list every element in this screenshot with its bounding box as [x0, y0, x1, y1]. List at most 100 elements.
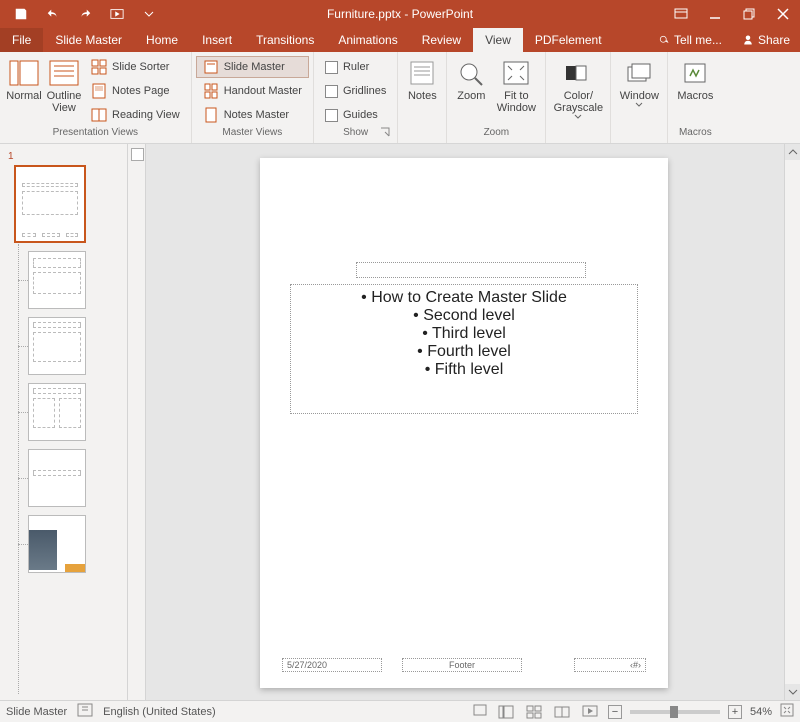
slide-sorter-icon: [91, 59, 107, 75]
notes-master-button[interactable]: Notes Master: [196, 104, 309, 126]
save-icon[interactable]: [8, 3, 34, 25]
handout-master-button[interactable]: Handout Master: [196, 80, 309, 102]
tab-view[interactable]: View: [473, 28, 523, 52]
reading-view-status-icon[interactable]: [552, 704, 572, 720]
spell-check-icon[interactable]: [77, 703, 93, 720]
tab-insert[interactable]: Insert: [190, 28, 244, 52]
start-from-beginning-icon[interactable]: [104, 3, 130, 25]
slide-canvas-area[interactable]: How to Create Master Slide Second level …: [146, 144, 800, 700]
quick-access-toolbar: [0, 3, 162, 25]
redo-icon[interactable]: [72, 3, 98, 25]
show-dialog-launcher[interactable]: [379, 127, 391, 139]
layout-thumbnail[interactable]: [28, 383, 86, 441]
tell-me-search[interactable]: Tell me...: [648, 28, 732, 52]
ruler-checkbox[interactable]: Ruler: [318, 56, 393, 78]
ribbon-display-options-icon[interactable]: [664, 0, 698, 28]
macros-button[interactable]: Macros: [672, 54, 718, 102]
slide-number-placeholder[interactable]: ‹#›: [574, 658, 646, 672]
group-master-views: Slide Master Handout Master Notes Master…: [192, 52, 314, 143]
group-zoom: Zoom Fit to Window Zoom: [447, 52, 546, 143]
tab-animations[interactable]: Animations: [326, 28, 409, 52]
filename: Furniture.pptx: [327, 7, 401, 21]
slideshow-status-icon[interactable]: [580, 704, 600, 720]
slide-sorter-button[interactable]: Slide Sorter: [84, 56, 187, 78]
vertical-scrollbar[interactable]: [784, 144, 800, 700]
tab-home[interactable]: Home: [134, 28, 190, 52]
scroll-up-icon[interactable]: [785, 144, 800, 160]
window-icon: [623, 58, 655, 88]
zoom-slider-thumb[interactable]: [670, 706, 678, 718]
status-bar: Slide Master English (United States) − +…: [0, 700, 800, 722]
status-view-label: Slide Master: [6, 706, 67, 718]
qat-customize-icon[interactable]: [136, 3, 162, 25]
scroll-down-icon[interactable]: [785, 684, 800, 700]
content-placeholder[interactable]: How to Create Master Slide Second level …: [290, 284, 638, 414]
layout-thumbnail[interactable]: [28, 317, 86, 375]
tab-review[interactable]: Review: [410, 28, 473, 52]
checkbox-icon: [325, 61, 338, 74]
outline-view-button[interactable]: Outline View: [44, 54, 84, 114]
chevron-down-icon: [574, 114, 582, 120]
slide-master-icon: [203, 59, 219, 75]
close-icon[interactable]: [766, 0, 800, 28]
notes-page-button[interactable]: Notes Page: [84, 80, 187, 102]
guides-checkbox[interactable]: Guides: [318, 104, 393, 126]
notes-toggle-icon[interactable]: [472, 703, 488, 720]
app-name: PowerPoint: [412, 7, 473, 21]
master-tree-line: [18, 244, 19, 694]
group-macros: Macros Macros: [668, 52, 722, 143]
color-grayscale-icon: [562, 58, 594, 88]
undo-icon[interactable]: [40, 3, 66, 25]
notes-button[interactable]: Notes: [402, 54, 442, 102]
window-button[interactable]: Window: [615, 54, 663, 108]
zoom-slider[interactable]: [630, 710, 720, 714]
fit-to-window-status-icon[interactable]: [780, 703, 794, 720]
minimize-icon[interactable]: [698, 0, 732, 28]
status-language[interactable]: English (United States): [103, 706, 216, 718]
slide-master-canvas[interactable]: How to Create Master Slide Second level …: [260, 158, 668, 688]
zoom-level[interactable]: 54%: [750, 706, 772, 718]
title-placeholder[interactable]: [356, 262, 586, 278]
group-show: Ruler Gridlines Guides Show: [314, 52, 398, 143]
footer-placeholder[interactable]: Footer: [402, 658, 522, 672]
layout-thumbnail[interactable]: [28, 449, 86, 507]
group-presentation-views: Normal Outline View Slide Sorter Notes P…: [0, 52, 192, 143]
bullet-level-1: How to Create Master Slide: [301, 289, 627, 307]
tell-me-placeholder: Tell me...: [674, 33, 722, 47]
reading-view-button[interactable]: Reading View: [84, 104, 187, 126]
ribbon-tabs: File Slide Master Home Insert Transition…: [0, 28, 800, 52]
window-buttons: [664, 0, 800, 28]
notes-master-icon: [203, 107, 219, 123]
slide-sorter-status-icon[interactable]: [524, 704, 544, 720]
normal-view-icon: [8, 58, 40, 88]
gridlines-checkbox[interactable]: Gridlines: [318, 80, 393, 102]
master-thumbnail[interactable]: [14, 165, 86, 243]
notes-page-icon: [91, 83, 107, 99]
color-grayscale-button[interactable]: Color/ Grayscale: [550, 54, 606, 120]
normal-view-status-icon[interactable]: [496, 704, 516, 720]
slide-master-button[interactable]: Slide Master: [196, 56, 309, 78]
master-number: 1: [8, 151, 14, 162]
layout-thumbnail[interactable]: [28, 515, 86, 573]
zoom-button[interactable]: Zoom: [451, 54, 491, 102]
zoom-out-button[interactable]: −: [608, 705, 622, 719]
reading-view-icon: [91, 107, 107, 123]
fit-to-window-button[interactable]: Fit to Window: [491, 54, 541, 114]
handout-master-icon: [203, 83, 219, 99]
outline-view-icon: [48, 58, 80, 88]
tab-pdfelement[interactable]: PDFelement: [523, 28, 614, 52]
bullet-level-4: Fourth level: [301, 343, 627, 361]
checkbox-icon: [325, 109, 338, 122]
thumbnail-pane[interactable]: 1: [0, 144, 128, 700]
normal-view-button[interactable]: Normal: [4, 54, 44, 102]
date-placeholder[interactable]: 5/27/2020: [282, 658, 382, 672]
tab-file[interactable]: File: [0, 28, 43, 52]
restore-icon[interactable]: [732, 0, 766, 28]
tab-transitions[interactable]: Transitions: [244, 28, 326, 52]
macros-icon: [679, 58, 711, 88]
zoom-in-button[interactable]: +: [728, 705, 742, 719]
layout-thumbnail[interactable]: [28, 251, 86, 309]
group-color-grayscale: Color/ Grayscale: [546, 52, 611, 143]
share-button[interactable]: Share: [732, 28, 800, 52]
tab-slide-master[interactable]: Slide Master: [43, 28, 134, 52]
